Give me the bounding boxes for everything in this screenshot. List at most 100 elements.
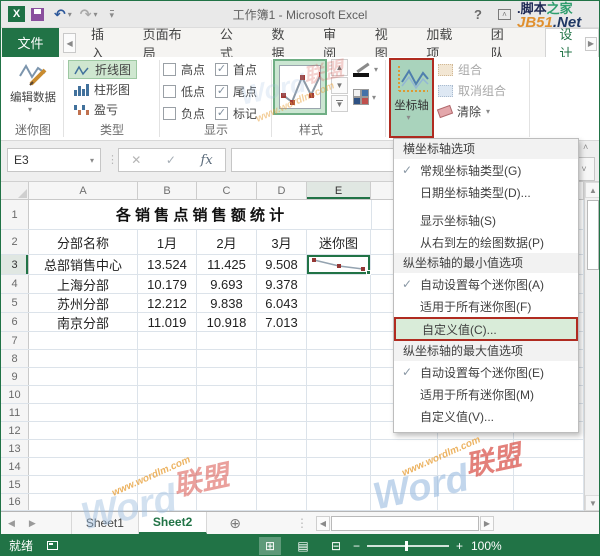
gallery-up-icon[interactable]: ▲	[331, 59, 348, 76]
cell[interactable]	[29, 350, 138, 367]
cell[interactable]: 苏州分部	[29, 294, 138, 312]
tab-data[interactable]: 数据	[258, 27, 310, 61]
cell[interactable]	[307, 294, 371, 312]
row-header[interactable]: 4	[1, 275, 29, 293]
cell[interactable]	[307, 476, 371, 493]
select-all-corner[interactable]	[1, 182, 29, 199]
axis-button[interactable]: 坐标轴 ▾	[389, 58, 434, 138]
clear-button[interactable]: 清除 ▾	[436, 102, 506, 121]
redo-icon[interactable]: ↷	[80, 6, 92, 23]
hscroll-left-icon[interactable]: ◀	[315, 515, 330, 531]
cell[interactable]	[138, 404, 197, 421]
cell[interactable]	[138, 368, 197, 385]
vertical-scrollbar[interactable]: ▲ ▼	[584, 182, 599, 511]
cell[interactable]	[514, 476, 584, 493]
cell[interactable]	[138, 494, 197, 510]
cell[interactable]	[29, 476, 138, 493]
selected-cell-e3[interactable]	[307, 255, 371, 275]
ungroup-button[interactable]: 取消组合	[438, 81, 506, 100]
column-header-b[interactable]: B	[138, 182, 197, 199]
cell[interactable]	[307, 350, 371, 367]
page-layout-view-icon[interactable]: ▤	[292, 537, 314, 555]
edit-data-button[interactable]: 编辑数据 ▾	[9, 59, 57, 123]
cell[interactable]: 3月	[257, 230, 307, 254]
menu-item-min-same[interactable]: 适用于所有迷你图(F)	[394, 295, 578, 317]
row-header[interactable]: 7	[1, 332, 29, 349]
tab-page-layout[interactable]: 页面布局	[130, 27, 207, 61]
cell[interactable]: 上海分部	[29, 275, 138, 293]
normal-view-icon[interactable]: ⊞	[259, 536, 281, 555]
cancel-icon[interactable]: ✕	[131, 153, 141, 167]
cell[interactable]	[257, 458, 307, 475]
column-header-e-selected[interactable]: E	[307, 182, 371, 199]
cell[interactable]	[257, 368, 307, 385]
gallery-more-icon[interactable]: ▼	[331, 95, 348, 112]
hscroll-right-icon[interactable]: ▶	[479, 515, 494, 531]
cell[interactable]	[29, 458, 138, 475]
checkbox-high-point[interactable]: 高点	[163, 61, 205, 77]
cell[interactable]	[371, 476, 438, 493]
cell[interactable]	[514, 458, 584, 475]
cell[interactable]	[514, 494, 584, 510]
menu-item-show-axis[interactable]: 显示坐标轴(S)	[394, 209, 578, 231]
cell[interactable]	[257, 386, 307, 403]
horizontal-scroll-thumb[interactable]	[330, 515, 479, 531]
menu-item-min-custom-highlighted[interactable]: 自定义值(C)...	[394, 317, 578, 341]
menu-item-min-auto[interactable]: ✓ 自动设置每个迷你图(A)	[394, 273, 578, 295]
cell[interactable]	[138, 350, 197, 367]
macro-record-icon[interactable]	[47, 541, 59, 550]
table-title-cell[interactable]: 各 销 售 点 销 售 额 统 计	[29, 200, 371, 229]
cell[interactable]	[138, 476, 197, 493]
cell[interactable]	[138, 332, 197, 349]
cell[interactable]	[29, 440, 138, 457]
cell[interactable]	[307, 386, 371, 403]
cell[interactable]	[197, 404, 257, 421]
row-header[interactable]: 15	[1, 476, 29, 493]
cell[interactable]	[29, 332, 138, 349]
cell[interactable]	[257, 440, 307, 457]
tab-view[interactable]: 视图	[362, 27, 414, 61]
scroll-up-icon[interactable]: ▲	[585, 182, 599, 198]
row-header[interactable]: 1	[1, 200, 29, 229]
row-header[interactable]: 10	[1, 386, 29, 403]
row-header[interactable]: 9	[1, 368, 29, 385]
cell[interactable]	[197, 350, 257, 367]
tab-scroll-right-icon[interactable]: ▶	[585, 37, 597, 51]
tab-file[interactable]: 文件	[2, 28, 60, 57]
row-header[interactable]: 2	[1, 230, 29, 254]
customize-qat-icon[interactable]: ▾	[109, 9, 115, 19]
cell[interactable]: 迷你图	[307, 230, 371, 254]
column-sparkline-button[interactable]: 柱形图	[68, 80, 137, 99]
cell[interactable]: 9.378	[257, 275, 307, 293]
checkbox-markers[interactable]: ✓ 标记	[215, 105, 257, 121]
line-sparkline-button[interactable]: 折线图	[68, 60, 138, 79]
sheet-next-icon[interactable]: ▶	[22, 512, 43, 534]
cell[interactable]	[257, 332, 307, 349]
cell[interactable]	[371, 440, 438, 457]
cell[interactable]	[257, 494, 307, 510]
vertical-scroll-thumb[interactable]	[587, 200, 599, 270]
tab-formulas[interactable]: 公式	[207, 27, 259, 61]
cell[interactable]	[197, 440, 257, 457]
column-header-d[interactable]: D	[257, 182, 307, 199]
zoom-out-icon[interactable]: −	[353, 539, 360, 553]
cell[interactable]	[29, 386, 138, 403]
menu-item-max-custom[interactable]: 自定义值(V)...	[394, 405, 578, 427]
cell[interactable]: 6.043	[257, 294, 307, 312]
menu-item-date-axis[interactable]: 日期坐标轴类型(D)...	[394, 181, 578, 203]
style-gallery-selected[interactable]	[273, 59, 327, 115]
marker-color-button[interactable]: ▾	[353, 89, 382, 105]
tab-scroll-left-icon[interactable]: ◀	[63, 33, 76, 53]
horizontal-scrollbar[interactable]: ◀ ▶	[315, 512, 494, 534]
cell[interactable]	[307, 368, 371, 385]
cell[interactable]: 1月	[138, 230, 197, 254]
cell[interactable]	[197, 476, 257, 493]
sheet-tab-sheet1[interactable]: Sheet1	[70, 512, 139, 534]
add-sheet-icon[interactable]: ⊕	[229, 512, 241, 534]
zoom-in-icon[interactable]: +	[456, 539, 463, 553]
cell[interactable]	[197, 494, 257, 510]
collapse-ribbon-icon[interactable]: ˄	[583, 142, 588, 152]
cell[interactable]: 总部销售中心	[29, 255, 138, 274]
cell[interactable]	[197, 368, 257, 385]
cell[interactable]	[29, 422, 138, 439]
